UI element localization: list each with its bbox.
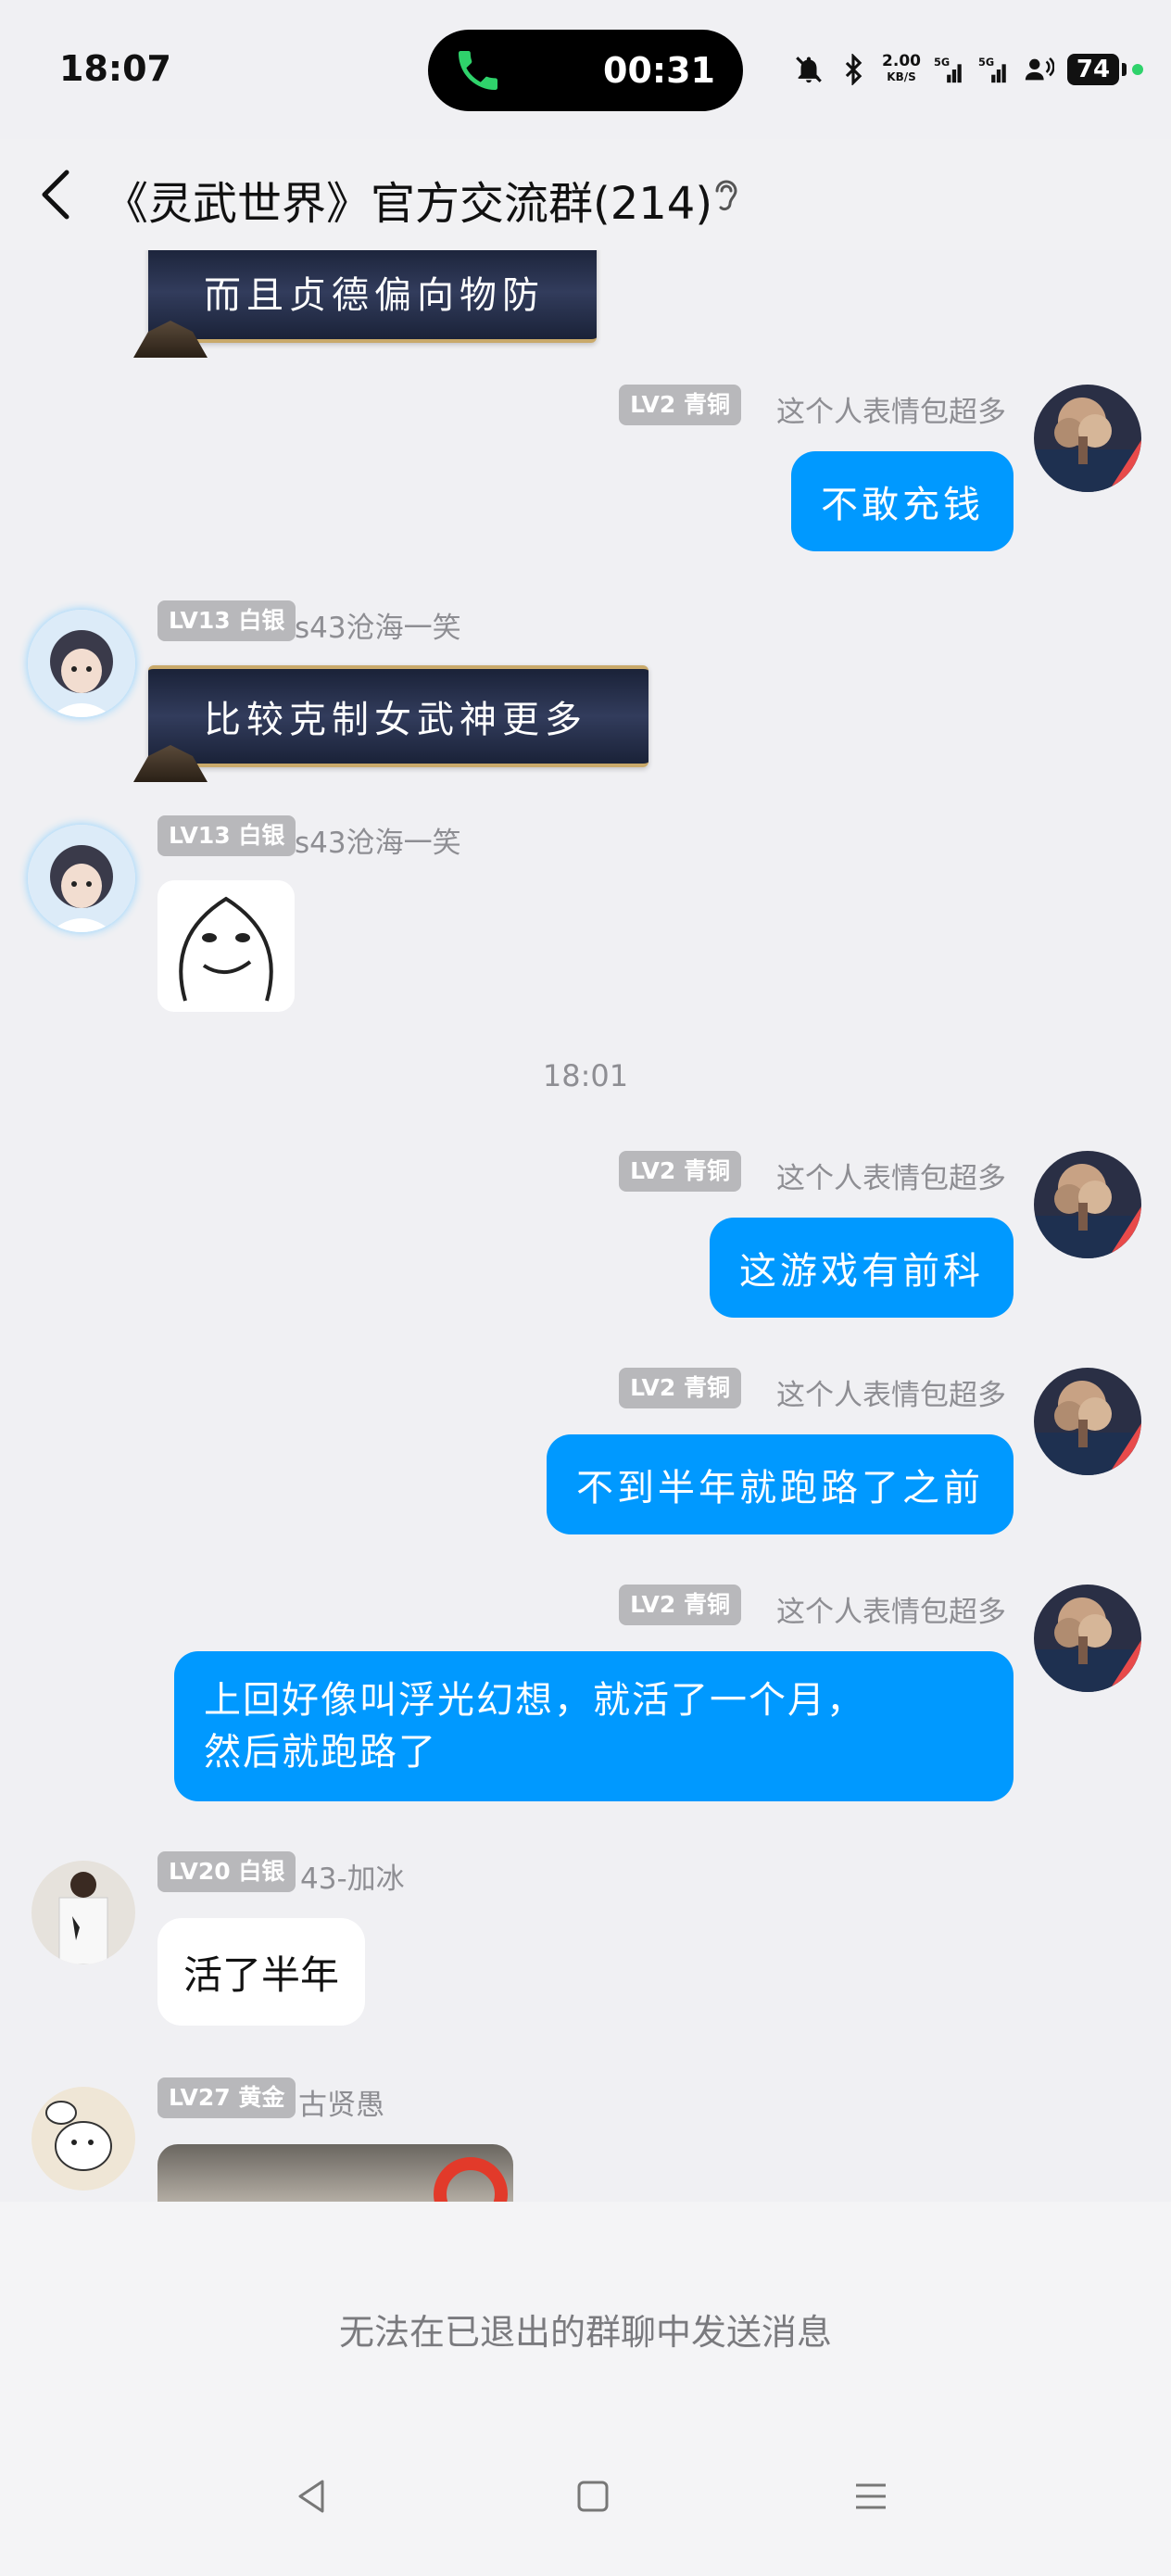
message-other: LV20 白银 43-加冰 活了半年 [0,1851,1171,2037]
level-badge: LV13 白银 [157,815,296,856]
sender-nickname[interactable]: 43-加冰 [300,1855,405,1897]
status-bar: 18:07 00:31 2.00 KB/S 5G 5G 74 [0,0,1171,139]
level-badge: LV20 白银 [157,1851,296,1892]
sender-nickname[interactable]: 这个人表情包超多 [776,1371,1006,1413]
sender-nickname[interactable]: s43沧海一笑 [295,819,461,861]
time-divider: 18:01 [542,1058,629,1093]
status-time: 18:07 [59,48,171,89]
battery-indicator: 74 [1067,54,1127,85]
level-badge: LV2 青铜 [619,1368,741,1408]
group-title[interactable]: 《灵武世界》官方交流群(214) [104,167,712,232]
avatar[interactable] [1034,1151,1141,1258]
avatar[interactable] [31,1861,135,1964]
bell-muted-icon [796,57,822,83]
level-badge: LV2 青铜 [619,385,741,425]
avatar-image [1034,1585,1141,1692]
message-own: LV2 青铜 这个人表情包超多 这游戏有前科 [0,1151,1171,1318]
svg-text:5G: 5G [978,56,994,69]
sender-nickname[interactable]: s43沧海一笑 [295,604,461,646]
phone-icon [459,51,497,90]
svg-text:5G: 5G [934,56,950,69]
smiley-sticker-icon [179,896,273,1002]
sender-nickname[interactable]: 这个人表情包超多 [776,1155,1006,1196]
avatar-image [1034,1368,1141,1475]
message-bubble[interactable]: 不到半年就跑路了之前 [547,1434,1014,1534]
message-other: LV27 黄金 古贤愚 [0,2077,1171,2202]
avatar[interactable] [1034,1368,1141,1475]
chat-header: 《灵武世界》官方交流群(214) [0,139,1171,250]
sender-nickname[interactable]: 这个人表情包超多 [776,1588,1006,1630]
bluetooth-icon [845,54,863,85]
ear-icon[interactable] [708,174,745,219]
disabled-notice: 无法在已退出的群聊中发送消息 [338,2312,832,2353]
message-bubble[interactable]: 这游戏有前科 [710,1218,1014,1318]
nav-back-icon[interactable] [289,2474,334,2519]
message-bubble[interactable]: 不敢充钱 [791,451,1014,551]
level-badge: LV13 白银 [157,600,296,641]
sticker-image[interactable] [157,880,295,1012]
message-list[interactable]: 而且贞德偏向物防 LV2 青铜 这个人表情包超多 不敢充钱 LV13 白银 s4… [0,250,1171,2202]
avatar[interactable] [1034,1585,1141,1692]
signal-5g-secondary-icon: 5G [978,56,1006,83]
avatar-image [31,1861,135,1964]
avatar[interactable] [1034,385,1141,492]
level-badge: LV27 黄金 [157,2077,296,2118]
message-bubble[interactable]: 上回好像叫浮光幻想，就活了一个月， 然后就跑路了 [174,1651,1014,1801]
system-nav-bar [0,2461,1171,2535]
privacy-dot-icon [1132,64,1143,75]
nav-home-icon[interactable] [571,2474,615,2519]
avatar[interactable] [31,2087,135,2191]
level-badge: LV2 青铜 [619,1585,741,1625]
avatar[interactable] [28,610,135,717]
net-speed: 2.00 KB/S [882,52,921,84]
signal-5g-icon: 5G [934,56,962,83]
message-own: LV2 青铜 这个人表情包超多 不到半年就跑路了之前 [0,1368,1171,1534]
message-own: LV2 青铜 这个人表情包超多 上回好像叫浮光幻想，就活了一个月， 然后就跑路了 [0,1585,1171,1807]
ongoing-call-pill[interactable]: 00:31 [428,30,743,111]
input-area-disabled: 无法在已退出的群聊中发送消息 [0,2202,1171,2576]
message-own: LV2 青铜 这个人表情包超多 不敢充钱 [0,385,1171,551]
level-badge: LV2 青铜 [619,1151,741,1192]
themed-message-bubble[interactable]: 而且贞德偏向物防 [148,250,597,343]
nav-menu-icon[interactable] [849,2474,893,2519]
avatar-image [1034,1151,1141,1258]
hotspot-user-icon [1025,57,1054,81]
avatar[interactable] [28,825,135,932]
avatar-image [1034,385,1141,492]
image-shape [434,2157,508,2202]
avatar-image [31,2087,135,2191]
sender-nickname[interactable]: 这个人表情包超多 [776,388,1006,430]
themed-message-bubble[interactable]: 比较克制女武神更多 [148,665,648,767]
back-arrow-icon[interactable] [33,165,80,224]
call-duration: 00:31 [603,50,715,91]
image-message[interactable] [157,2144,513,2202]
message-other: LV13 白银 s43沧海一笑 [0,815,1171,1019]
message-other: LV13 白银 s43沧海一笑 比较克制女武神更多 [0,600,1171,786]
message-bubble[interactable]: 活了半年 [157,1918,366,2026]
avatar-image [28,610,135,717]
avatar-image [28,825,135,932]
sender-nickname[interactable]: 古贤愚 [298,2081,384,2123]
status-icons: 2.00 KB/S 5G 5G 74 [793,46,1143,93]
